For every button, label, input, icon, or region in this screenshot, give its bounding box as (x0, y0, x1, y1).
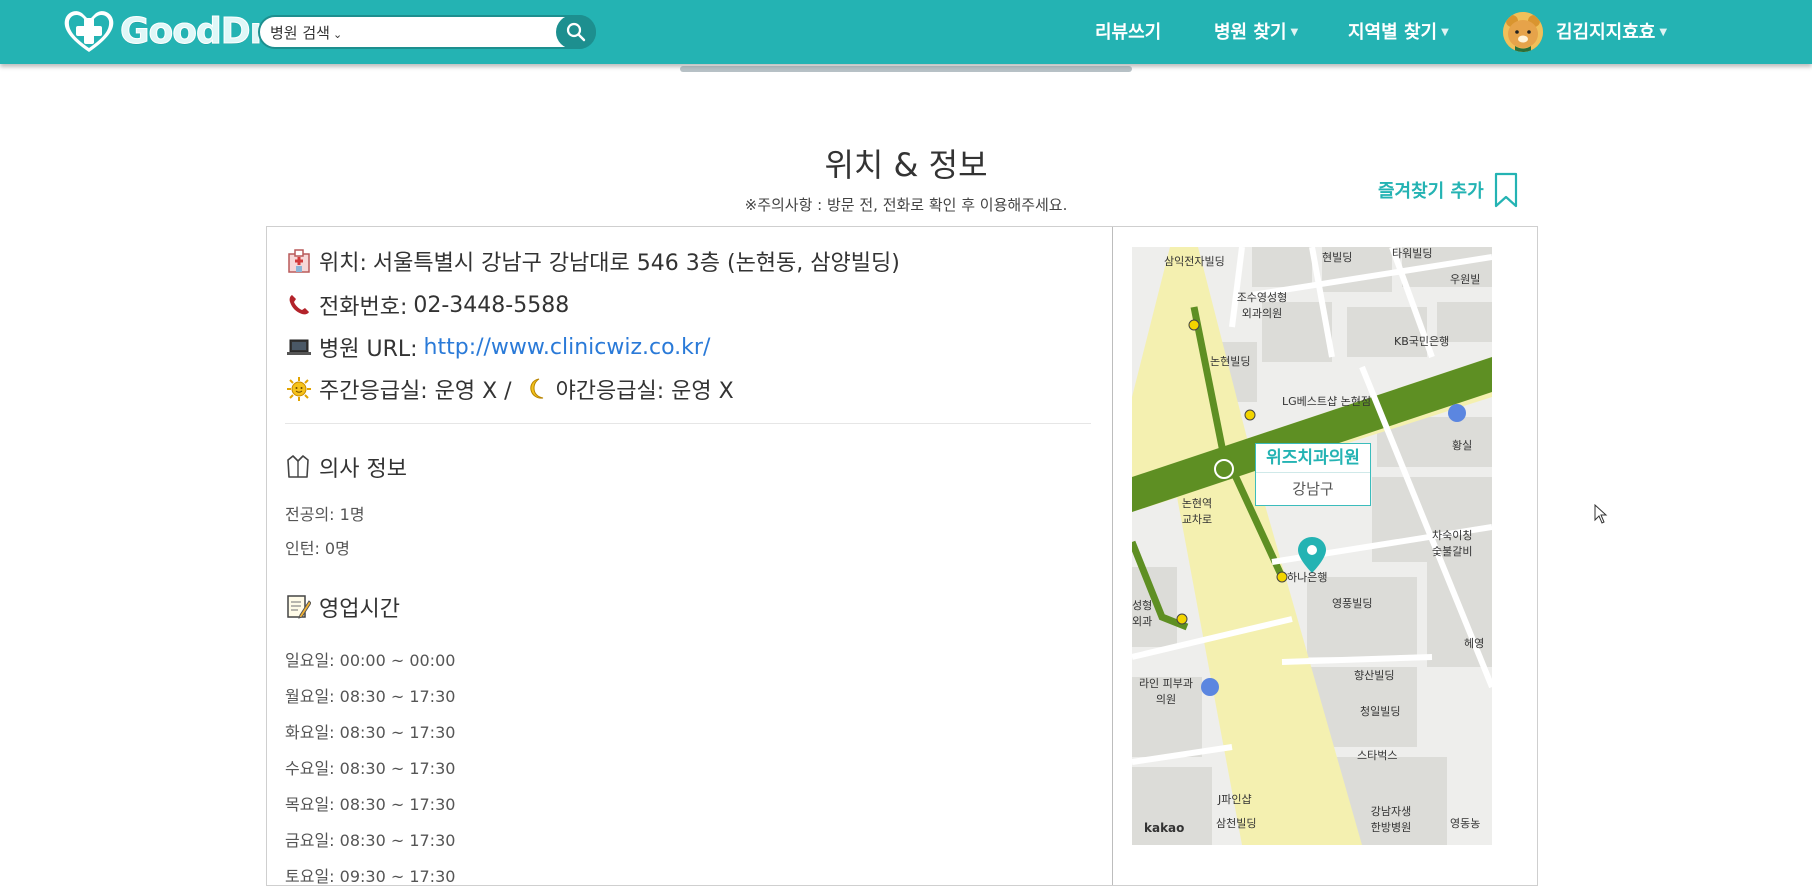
memo-pencil-icon (285, 593, 313, 621)
map-marker-area: 강남구 (1292, 480, 1334, 498)
location-row: 위치: 서울특별시 강남구 강남대로 546 3층 (논현동, 삼양빌딩) (285, 245, 900, 277)
user-avatar[interactable] (1503, 12, 1543, 52)
night-er-status: 야간응급실: 운영 X (555, 379, 734, 404)
search-input[interactable] (342, 20, 556, 46)
hours-monday: 월요일: 08:30 ~ 17:30 (285, 687, 456, 706)
section-divider (285, 423, 1091, 424)
hospital-url-link[interactable]: http://www.clinicwiz.co.kr/ (424, 335, 711, 360)
phone-value[interactable]: 02-3448-5588 (413, 293, 569, 318)
search-scope-select[interactable]: 병원 검색 ⌄ (270, 22, 342, 43)
search-button[interactable] (556, 15, 596, 49)
phone-label: 전화번호: (319, 295, 408, 320)
map-poi-label: 타워빌딩 (1392, 247, 1433, 260)
map-poi-label: J파인샵 (1218, 793, 1252, 806)
location-map[interactable]: 위즈치과의원 강남구 삼익전자빌딩 현빌딩 타워빌딩 우원빌 조수영성형 외과의… (1132, 247, 1492, 845)
map-poi-label: 조수영성형 외과의원 (1236, 291, 1288, 320)
sun-icon (285, 375, 313, 403)
map-poi-label: KB국민은행 (1394, 335, 1450, 348)
mouse-cursor-icon (1594, 504, 1608, 524)
map-marker-label[interactable]: 위즈치과의원 강남구 (1255, 443, 1371, 506)
kakao-map-logo: kakao (1144, 821, 1185, 835)
nav-find-hospital-label: 병원 찾기 (1214, 22, 1287, 43)
business-hours-heading: 영업시간 (285, 591, 400, 623)
hours-friday: 금요일: 08:30 ~ 17:30 (285, 831, 456, 850)
business-hours-title: 영업시간 (319, 597, 400, 622)
logo-text: GoodDr. (120, 10, 276, 52)
hours-saturday: 토요일: 09:30 ~ 17:30 (285, 867, 456, 886)
hospital-info-card: 위치: 서울특별시 강남구 강남대로 546 3층 (논현동, 삼양빌딩) 전화… (266, 226, 1538, 886)
doctor-coat-icon (285, 453, 313, 481)
map-poi-label: 강남자생 한방병원 (1370, 805, 1412, 834)
doctor-info-title: 의사 정보 (319, 457, 407, 482)
section-title: 위치 & 정보 (824, 146, 988, 184)
map-poi-label: 성형외과 (1132, 599, 1153, 628)
phone-row: 전화번호: 02-3448-5588 (285, 289, 569, 321)
map-marker-name: 위즈치과의원 (1256, 444, 1370, 473)
caret-down-icon: ▼ (1441, 27, 1449, 38)
map-poi-label: 향산빌딩 (1354, 669, 1395, 682)
caret-down-icon: ▼ (1290, 27, 1299, 38)
doctor-info-heading: 의사 정보 (285, 451, 407, 483)
logo[interactable]: GoodDr. (60, 6, 276, 56)
user-menu[interactable]: 김김지지효효 ▼ (1556, 18, 1667, 44)
map-poi-label: LG베스트샵 논현점 (1282, 395, 1371, 408)
map-poi-label: 황실 (1452, 439, 1473, 452)
day-er-status: 주간응급실: 운영 X / (319, 379, 512, 404)
nav-find-by-region[interactable]: 지역별 찾기 ▼ (1348, 18, 1449, 44)
hours-wednesday: 수요일: 08:30 ~ 17:30 (285, 759, 456, 778)
map-poi-label: 영동농 (1450, 817, 1481, 830)
map-poi-label: 차숙이칭 숯불갈비 (1432, 529, 1473, 558)
interns-count: 인턴: 0명 (285, 539, 350, 558)
map-poi-label: 논현역 교차로 (1181, 497, 1213, 526)
search-icon (566, 22, 586, 42)
caret-down-icon: ▼ (1659, 27, 1668, 38)
hours-thursday: 목요일: 08:30 ~ 17:30 (285, 795, 456, 814)
user-name: 김김지지효효 (1556, 22, 1656, 43)
location-value: 서울특별시 강남구 강남대로 546 3층 (논현동, 삼양빌딩) (372, 251, 900, 276)
hours-sunday: 일요일: 00:00 ~ 00:00 (285, 651, 456, 670)
search-scope-label: 병원 검색 (270, 24, 330, 42)
map-poi-label: 영풍빌딩 (1332, 597, 1373, 610)
emergency-row: 주간응급실: 운영 X / 야간응급실: 운영 X (285, 373, 734, 405)
card-divider (1112, 227, 1113, 885)
chevron-down-icon: ⌄ (332, 28, 343, 41)
search-bar: 병원 검색 ⌄ (258, 15, 596, 49)
map-poi-label: 우원빌 (1450, 273, 1481, 286)
phone-icon (285, 291, 313, 319)
nav-find-by-region-label: 지역별 찾기 (1348, 22, 1438, 43)
nav-write-review[interactable]: 리뷰쓰기 (1095, 18, 1161, 44)
map-poi-label: 삼천빌딩 (1216, 817, 1257, 830)
add-favorite-label: 즐겨찾기 추가 (1378, 181, 1484, 202)
map-poi-label: 현빌딩 (1322, 251, 1353, 264)
map-poi-label: 논현빌딩 (1210, 355, 1251, 368)
hospital-building-icon (285, 247, 313, 275)
heart-cross-logo-icon (64, 11, 114, 52)
map-poi-label: 라인 피부과의원 (1138, 677, 1194, 706)
bookmark-icon (1494, 172, 1517, 208)
horizontal-scroll-indicator (680, 66, 1132, 72)
laptop-icon (285, 333, 313, 361)
map-poi-label: 헤영 (1464, 637, 1485, 650)
moon-icon (522, 375, 550, 403)
specialists-count: 전공의: 1명 (285, 505, 365, 524)
url-label: 병원 URL: (319, 337, 418, 362)
map-poi-label: 스타벅스 (1357, 749, 1398, 762)
top-navbar: GoodDr. 병원 검색 ⌄ 리뷰쓰기 병원 찾기 ▼ 지역별 찾기 ▼ 김김지지효… (0, 0, 1812, 64)
hours-tuesday: 화요일: 08:30 ~ 17:30 (285, 723, 456, 742)
map-poi-label: 청일빌딩 (1360, 705, 1401, 718)
add-favorite-button[interactable]: 즐겨찾기 추가 (1378, 172, 1518, 208)
visit-notice: ※주의사항 : 방문 전, 전화로 확인 후 이용해주세요. (744, 196, 1068, 214)
map-poi-label: 하나은행 (1287, 571, 1328, 584)
ryan-character-avatar-icon (1503, 12, 1543, 52)
nav-find-hospital[interactable]: 병원 찾기 ▼ (1214, 18, 1298, 44)
url-row: 병원 URL: http://www.clinicwiz.co.kr/ (285, 331, 710, 363)
map-poi-label: 삼익전자빌딩 (1164, 255, 1225, 268)
nav-write-review-label: 리뷰쓰기 (1095, 22, 1162, 43)
location-label: 위치: (319, 251, 367, 276)
